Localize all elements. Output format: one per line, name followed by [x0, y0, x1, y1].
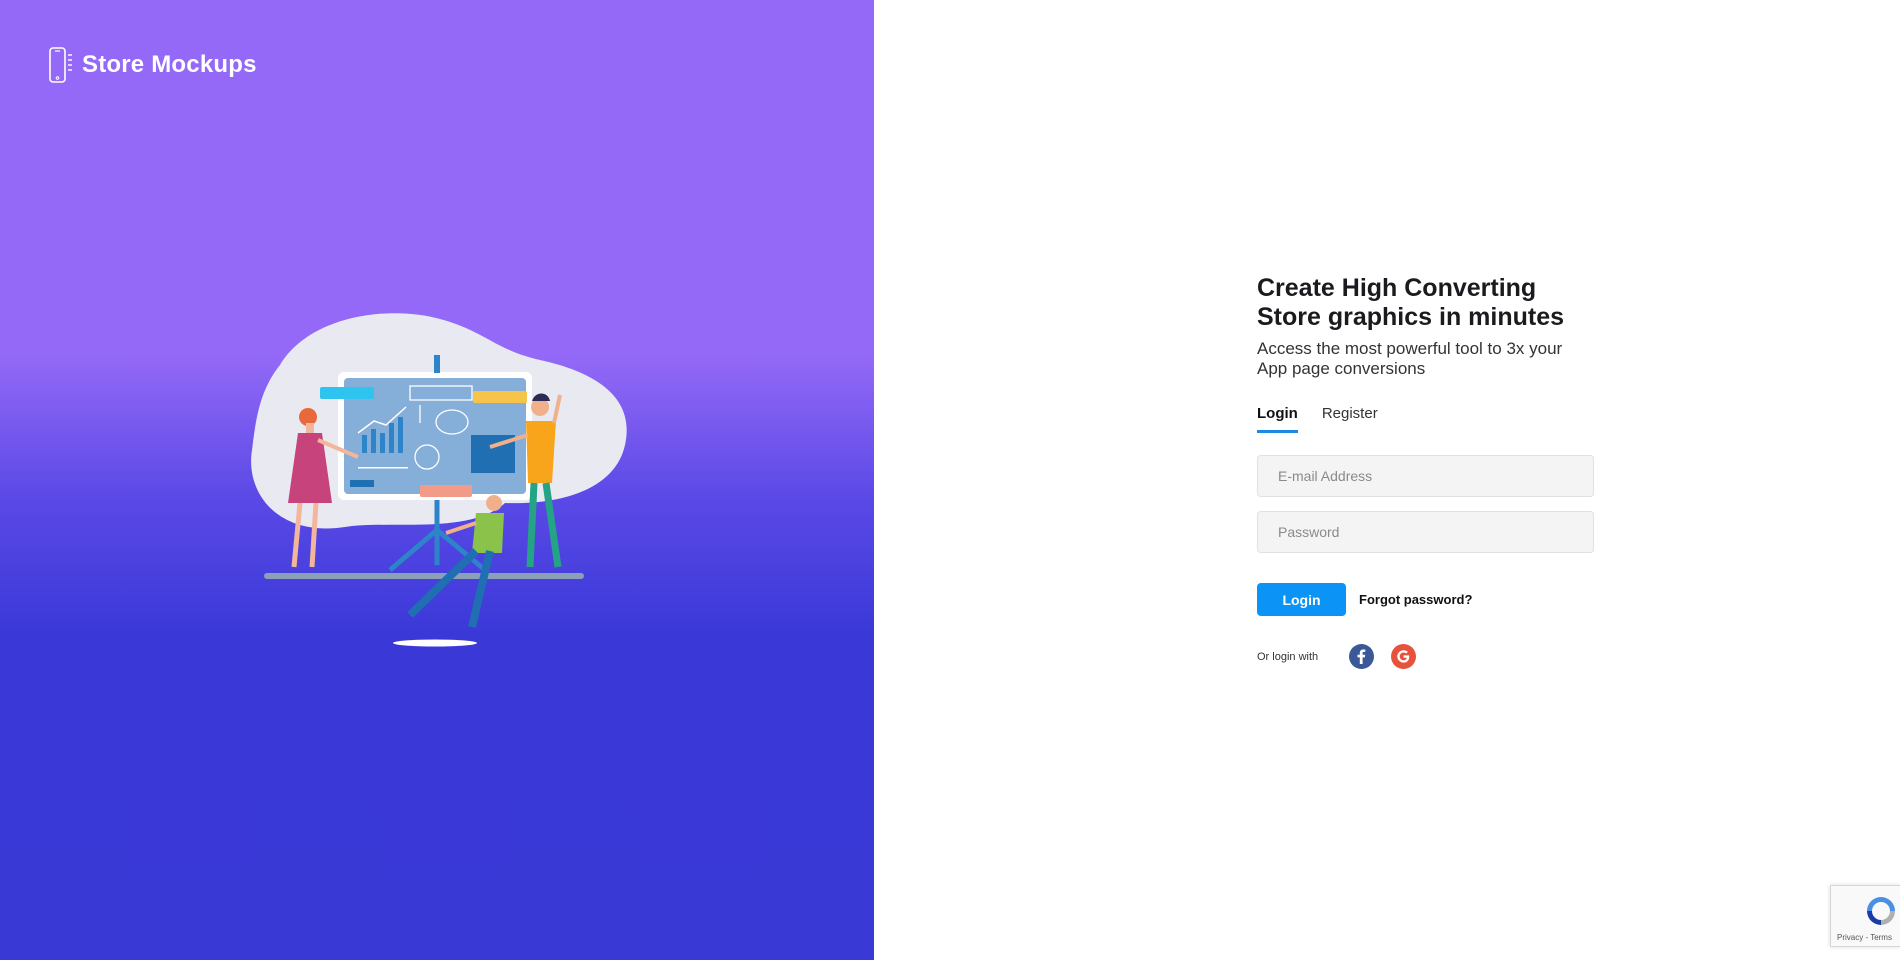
form-actions: Login Forgot password? — [1257, 583, 1594, 616]
phone-icon — [49, 47, 72, 83]
recaptcha-badge[interactable]: Privacy - Terms — [1830, 885, 1900, 947]
google-icon — [1397, 650, 1410, 663]
password-field[interactable] — [1257, 511, 1594, 553]
page-subtitle: Access the most powerful tool to 3x your… — [1257, 339, 1563, 378]
page-title: Create High Converting Store graphics in… — [1257, 274, 1565, 331]
social-login: Or login with — [1257, 644, 1594, 669]
login-button[interactable]: Login — [1257, 583, 1346, 616]
brand-logo[interactable]: Store Mockups — [48, 47, 257, 83]
facebook-login-button[interactable] — [1349, 644, 1374, 669]
recaptcha-icon — [1867, 897, 1895, 925]
auth-tabs: Login Register — [1257, 405, 1594, 433]
google-login-button[interactable] — [1391, 644, 1416, 669]
forgot-password-link[interactable]: Forgot password? — [1359, 592, 1472, 607]
brand-name: Store Mockups — [82, 51, 257, 78]
hero-panel: Store Mockups — [0, 0, 874, 960]
recaptcha-links[interactable]: Privacy - Terms — [1837, 933, 1892, 942]
email-field[interactable] — [1257, 455, 1594, 497]
social-login-label: Or login with — [1257, 650, 1319, 663]
tab-login[interactable]: Login — [1257, 405, 1298, 433]
tab-register[interactable]: Register — [1322, 405, 1378, 433]
presentation-illustration — [251, 313, 627, 647]
facebook-icon — [1357, 649, 1366, 664]
login-form: Create High Converting Store graphics in… — [1257, 274, 1594, 669]
